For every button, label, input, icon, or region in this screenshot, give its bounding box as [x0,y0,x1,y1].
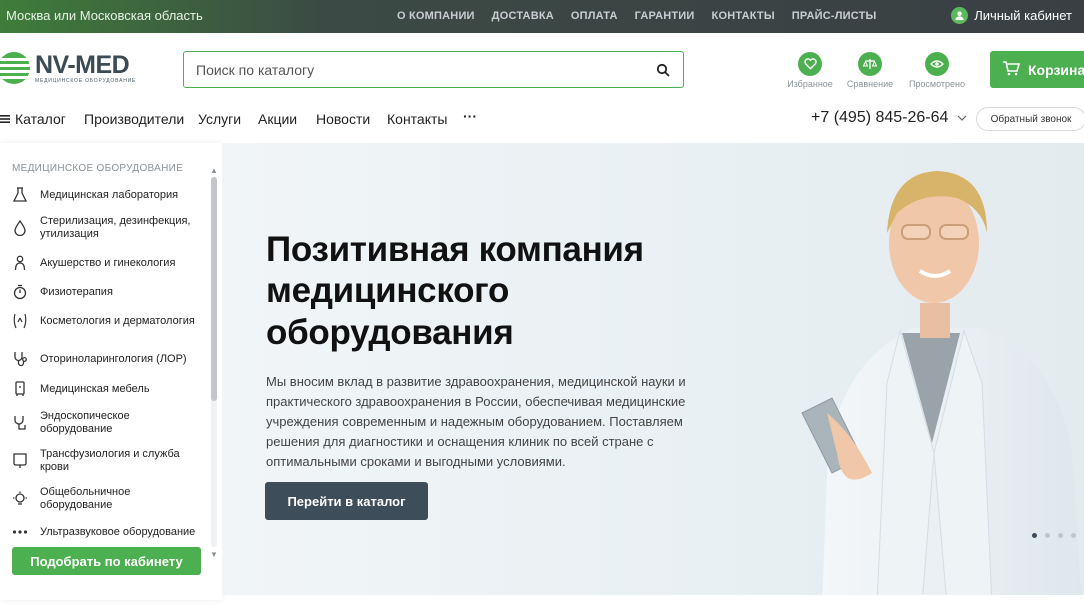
sidebar-item-label: Ультразвуковое оборудование [40,525,196,538]
nav-promotions[interactable]: Акции [258,111,297,127]
sidebar-item-transfusion[interactable]: Трансфузиология и служба крови [12,448,198,473]
drop-icon [12,219,28,236]
account-link[interactable]: Личный кабинет [951,7,1072,24]
viewed-button[interactable]: Просмотрено [907,52,967,89]
sidebar-item-furniture[interactable]: Медицинская мебель [12,381,198,397]
catalog-label: Каталог [15,111,66,127]
endoscope-icon [12,415,28,431]
scales-icon [858,52,882,76]
slider-dots [1032,533,1076,538]
nav-manufacturers[interactable]: Производители [84,111,184,127]
cart-icon [1002,60,1021,79]
region-selector[interactable]: Москва или Московская область [6,8,203,23]
sidebar-item-physiotherapy[interactable]: Физиотерапия [12,284,198,300]
sidebar-item-label: Стерилизация, дезинфекция, утилизация [40,215,191,240]
sidebar-title: МЕДИЦИНСКОЕ ОБОРУДОВАНИЕ [12,163,184,174]
callback-button[interactable]: Обратный звонок [976,107,1084,131]
body-icon [12,313,28,329]
sidebar-item-label: Акушерство и гинекология [40,256,176,269]
topnav-warranty[interactable]: ГАРАНТИИ [635,10,695,22]
phone-dropdown[interactable]: +7 (495) 845-26-64 [811,109,967,127]
top-nav: О КОМПАНИИ ДОСТАВКА ОПЛАТА ГАРАНТИИ КОНТ… [397,10,877,22]
sidebar-item-label: Трансфузиология и служба крови [40,448,180,473]
pick-by-room-button[interactable]: Подобрать по кабинету [12,547,201,575]
furniture-icon [12,381,28,397]
hero-banner: Позитивная компания медицинского оборудо… [222,143,1084,595]
sidebar-item-label: Физиотерапия [40,285,113,298]
nav-news[interactable]: Новости [316,111,370,127]
slider-dot[interactable] [1045,533,1050,538]
viewed-label: Просмотрено [908,79,966,89]
go-to-catalog-button[interactable]: Перейти в каталог [265,482,428,520]
nav-services[interactable]: Услуги [198,111,241,127]
sidebar-item-endoscopy[interactable]: Эндоскопическое оборудование [12,410,198,435]
sidebar-item-general[interactable]: Общебольничное оборудование [12,486,198,511]
topnav-payment[interactable]: ОПЛАТА [571,10,618,22]
slider-dot[interactable] [1058,533,1063,538]
sidebar-item-label: Эндоскопическое оборудование [40,410,130,435]
hero-title: Позитивная компания медицинского оборудо… [266,230,644,352]
hamburger-icon [0,115,10,123]
cart-label: Корзина [1028,61,1084,78]
favorites-button[interactable]: Избранное [780,52,840,89]
search-bar [183,51,684,88]
more-menu-icon[interactable]: ··· [463,108,477,124]
sidebar-item-ultrasound[interactable]: Ультразвуковое оборудование [12,524,198,540]
sidebar-scrollbar[interactable]: ▲ ▼ [209,165,219,560]
heart-icon [798,52,822,76]
scroll-down-icon[interactable]: ▼ [209,551,219,559]
search-icon[interactable] [643,52,683,87]
chevron-down-icon [957,115,967,121]
flask-icon [12,187,28,203]
catalog-menu[interactable]: Каталог [0,111,66,127]
search-input[interactable] [184,52,643,87]
compare-label: Сравнение [846,79,894,89]
dots-icon [12,524,28,540]
scrollbar-thumb[interactable] [211,177,217,401]
slider-dot[interactable] [1071,533,1076,538]
compare-button[interactable]: Сравнение [840,52,900,89]
sidebar-item-label: Общебольничное оборудование [40,486,131,511]
account-label: Личный кабинет [974,8,1072,23]
sidebar-item-label: Оториноларингология (ЛОР) [40,352,187,365]
logo-name: NV-MED [35,50,130,79]
doctor-image [801,171,1082,595]
sidebar-item-ent[interactable]: Оториноларингология (ЛОР) [12,351,198,367]
topnav-about[interactable]: О КОМПАНИИ [397,10,475,22]
top-bar: Москва или Московская область О КОМПАНИИ… [0,0,1084,33]
logo-tagline: МЕДИЦИНСКОЕ ОБОРУДОВАНИЕ [35,77,137,84]
sidebar-item-sterilization[interactable]: Стерилизация, дезинфекция, утилизация [12,215,198,240]
lamp-icon [12,491,28,507]
topnav-contacts[interactable]: КОНТАКТЫ [712,10,775,22]
sidebar-item-cosmetology[interactable]: Косметология и дерматология [12,313,198,329]
user-icon [951,7,969,24]
stopwatch-icon [12,284,28,300]
sidebar-item-label: Косметология и дерматология [40,314,195,327]
site-logo[interactable]: NV-MED МЕДИЦИНСКОЕ ОБОРУДОВАНИЕ [0,52,136,84]
eye-icon [925,52,949,76]
scroll-up-icon[interactable]: ▲ [209,167,219,175]
nav-contacts[interactable]: Контакты [387,111,447,127]
stethoscope-icon [12,351,28,367]
sidebar-item-lab[interactable]: Медицинская лаборатория [12,187,198,203]
topnav-delivery[interactable]: ДОСТАВКА [492,10,554,22]
phone-number: +7 (495) 845-26-64 [811,109,949,126]
cart-button[interactable]: Корзина [990,51,1084,88]
hero-text: Мы вносим вклад в развитие здравоохранен… [266,374,686,469]
topnav-pricelists[interactable]: ПРАЙС-ЛИСТЫ [792,10,877,22]
logo-mark-icon [0,52,30,84]
favorites-label: Избранное [787,79,833,89]
blood-bag-icon [12,452,28,469]
sidebar-item-obstetrics[interactable]: Акушерство и гинекология [12,255,198,271]
person-icon [12,255,28,271]
sidebar-item-label: Медицинская лаборатория [40,188,179,201]
slider-dot[interactable] [1032,533,1037,538]
sidebar-item-label: Медицинская мебель [40,382,150,395]
